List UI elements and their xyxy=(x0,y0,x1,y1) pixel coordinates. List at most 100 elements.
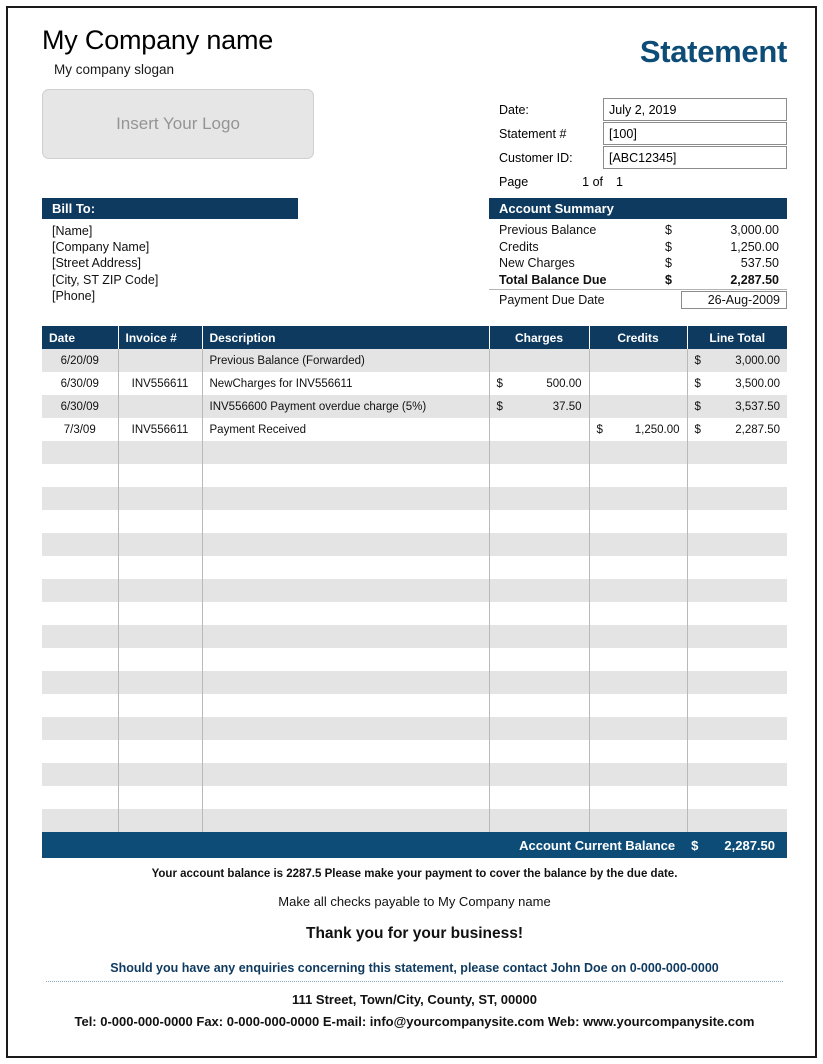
cell-empty xyxy=(202,487,490,510)
cell-empty xyxy=(42,740,119,763)
cell-empty xyxy=(489,786,590,809)
page-total: 1 xyxy=(616,174,623,189)
cell-empty xyxy=(687,464,787,487)
cell-empty xyxy=(42,717,119,740)
table-row-empty[interactable] xyxy=(42,441,787,464)
cell-empty xyxy=(118,579,203,602)
cell-empty xyxy=(589,694,688,717)
cell-empty xyxy=(489,579,590,602)
cell-empty xyxy=(589,579,688,602)
cell-empty xyxy=(118,763,203,786)
column-header-description[interactable]: Description xyxy=(202,326,490,349)
table-row-empty[interactable] xyxy=(42,740,787,763)
bill-to-line[interactable]: [Street Address] xyxy=(52,255,298,271)
cell-empty xyxy=(687,786,787,809)
table-row[interactable]: 6/30/09 INV556600 Payment overdue charge… xyxy=(42,395,787,418)
table-row[interactable]: 6/30/09 INV556611 NewCharges for INV5566… xyxy=(42,372,787,395)
cell-line-total: $3,537.50 xyxy=(687,395,787,418)
cell-empty xyxy=(202,809,490,832)
cell-empty xyxy=(118,510,203,533)
customer-id-field[interactable]: [ABC12345] xyxy=(603,146,787,169)
table-row[interactable]: 7/3/09 INV556611 Payment Received $1,250… xyxy=(42,418,787,441)
cell-empty xyxy=(489,556,590,579)
table-row-empty[interactable] xyxy=(42,671,787,694)
currency-symbol: $ xyxy=(596,423,603,436)
cell-empty xyxy=(489,694,590,717)
cell-empty xyxy=(202,556,490,579)
statement-meta: Date: July 2, 2019 Statement # [100] Cus… xyxy=(499,98,787,194)
cell-empty xyxy=(687,487,787,510)
footer-contact: Tel: 0-000-000-0000 Fax: 0-000-000-0000 … xyxy=(74,1014,755,1029)
table-row-empty[interactable] xyxy=(42,694,787,717)
cell-description: Payment Received xyxy=(202,418,490,441)
cell-invoice xyxy=(118,349,203,372)
cell-empty xyxy=(42,579,119,602)
bill-to-line[interactable]: [Name] xyxy=(52,223,298,239)
bill-and-summary: Bill To: [Name] [Company Name] [Street A… xyxy=(42,198,787,320)
cell-empty xyxy=(489,625,590,648)
table-row-empty[interactable] xyxy=(42,717,787,740)
table-row-empty[interactable] xyxy=(42,809,787,832)
column-header-invoice[interactable]: Invoice # xyxy=(118,326,203,349)
cell-empty xyxy=(118,671,203,694)
statement-number-field[interactable]: [100] xyxy=(603,122,787,145)
currency-symbol: $ xyxy=(665,239,672,254)
cell-empty xyxy=(202,648,490,671)
cell-empty xyxy=(589,556,688,579)
statement-content: My Company name My company slogan Insert… xyxy=(8,8,815,1056)
table-row-empty[interactable] xyxy=(42,648,787,671)
cell-date: 7/3/09 xyxy=(42,418,119,441)
bill-to-line[interactable]: [Phone] xyxy=(52,288,298,304)
logo-placeholder[interactable]: Insert Your Logo xyxy=(42,88,314,159)
cell-empty xyxy=(202,625,490,648)
table-row-empty[interactable] xyxy=(42,533,787,556)
cell-empty xyxy=(489,464,590,487)
footer: Your account balance is 2287.5 Please ma… xyxy=(42,858,787,1029)
summary-row-credits: Credits $ 1,250.00 xyxy=(489,239,787,256)
date-field[interactable]: July 2, 2019 xyxy=(603,98,787,121)
cell-invoice: INV556611 xyxy=(118,372,203,395)
cell-empty xyxy=(489,763,590,786)
currency-symbol: $ xyxy=(694,377,701,390)
cell-empty xyxy=(687,740,787,763)
cell-empty xyxy=(589,671,688,694)
table-row-empty[interactable] xyxy=(42,464,787,487)
enquiries-note: Should you have any enquiries concerning… xyxy=(110,961,719,975)
cell-empty xyxy=(687,533,787,556)
bill-to-line[interactable]: [Company Name] xyxy=(52,239,298,255)
meta-row-page: Page 1 of 1 xyxy=(499,170,787,193)
cell-credits xyxy=(589,349,688,372)
payment-due-date-field[interactable]: 26-Aug-2009 xyxy=(681,290,787,309)
cell-empty xyxy=(118,809,203,832)
column-header-line-total[interactable]: Line Total xyxy=(687,326,787,349)
cell-empty xyxy=(202,533,490,556)
checks-note: Make all checks payable to My Company na… xyxy=(278,894,551,909)
cell-empty xyxy=(118,602,203,625)
cell-empty xyxy=(687,809,787,832)
cell-empty xyxy=(202,694,490,717)
cell-empty xyxy=(687,625,787,648)
table-row[interactable]: 6/20/09 Previous Balance (Forwarded) $3,… xyxy=(42,349,787,372)
cell-charges: $500.00 xyxy=(489,372,590,395)
column-header-date[interactable]: Date xyxy=(42,326,119,349)
table-row-empty[interactable] xyxy=(42,487,787,510)
cell-empty xyxy=(202,786,490,809)
table-row-empty[interactable] xyxy=(42,510,787,533)
date-label: Date: xyxy=(499,102,529,117)
bill-to-line[interactable]: [City, ST ZIP Code] xyxy=(52,272,298,288)
table-row-empty[interactable] xyxy=(42,625,787,648)
table-row-empty[interactable] xyxy=(42,602,787,625)
column-header-charges[interactable]: Charges xyxy=(489,326,590,349)
table-row-empty[interactable] xyxy=(42,579,787,602)
column-header-credits[interactable]: Credits xyxy=(589,326,688,349)
meta-row-statement: Statement # [100] xyxy=(499,122,787,145)
cell-empty xyxy=(42,533,119,556)
cell-empty xyxy=(489,487,590,510)
cell-empty xyxy=(687,556,787,579)
table-row-empty[interactable] xyxy=(42,763,787,786)
cell-empty xyxy=(589,809,688,832)
amount: 3,000.00 xyxy=(735,354,780,367)
table-row-empty[interactable] xyxy=(42,556,787,579)
table-row-empty[interactable] xyxy=(42,786,787,809)
cell-description: NewCharges for INV556611 xyxy=(202,372,490,395)
